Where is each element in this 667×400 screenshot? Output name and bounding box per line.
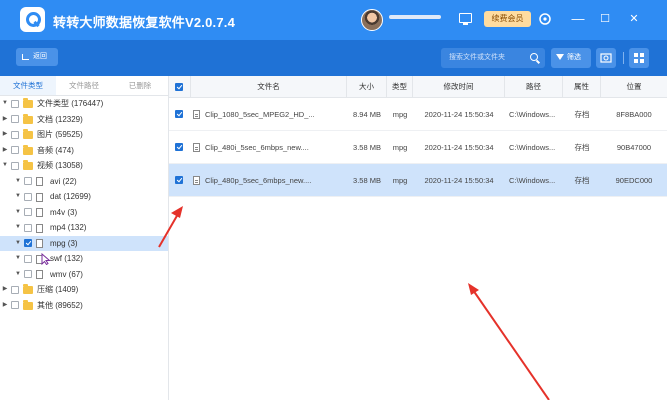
annotation-arrowhead-short	[171, 206, 183, 218]
annotation-arrow-long	[472, 289, 550, 400]
annotation-arrowhead-long	[468, 283, 479, 295]
mouse-cursor-icon	[41, 253, 51, 265]
annotation-arrows	[158, 206, 550, 400]
annotation-arrow-short	[158, 213, 179, 248]
